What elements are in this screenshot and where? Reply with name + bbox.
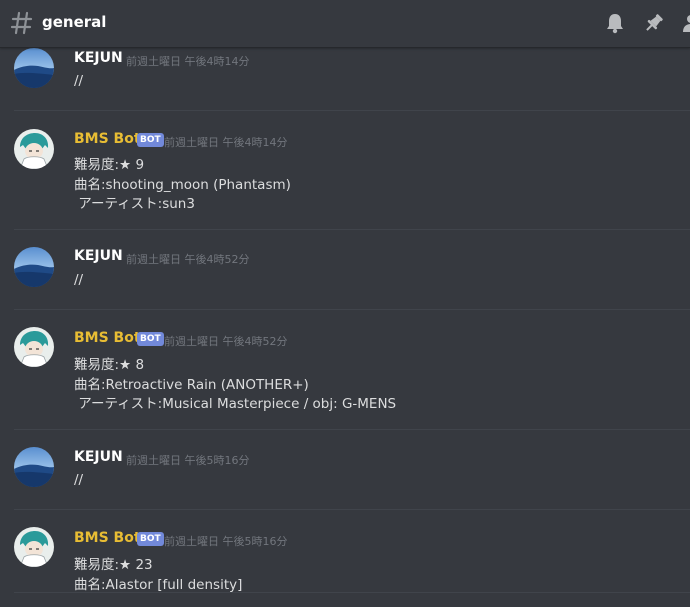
message-list[interactable]: KEJUN 前週土曜日 午後4時14分//BMS Bot BOT 前週土曜日 午後4時…: [0, 48, 690, 607]
user-avatar[interactable]: [14, 447, 54, 487]
message-text-line: 曲名:Retroactive Rain (ANOTHER+): [74, 377, 309, 393]
members-icon[interactable]: [680, 12, 690, 34]
bot-tag: BOT: [137, 532, 164, 546]
user-avatar[interactable]: [14, 247, 54, 287]
channel-name: general: [42, 13, 107, 31]
message-timestamp: 前週土曜日 午後5時16分: [126, 454, 250, 467]
bell-icon[interactable]: [604, 12, 626, 34]
author-name[interactable]: KEJUN: [74, 248, 123, 264]
message-timestamp: 前週土曜日 午後4時14分: [126, 55, 250, 68]
message-text-line: 難易度:★ 9: [74, 157, 145, 173]
bot-tag: BOT: [137, 133, 164, 147]
chat-app: general KEJUN 前週土曜日 午後4時14分 // BMS Bot B…: [0, 0, 690, 607]
message-text-line: 曲名:Alastor [full density]: [74, 577, 243, 593]
message-divider: [14, 429, 690, 430]
message-timestamp: 前週土曜日 午後5時16分: [164, 535, 288, 548]
author-name[interactable]: BMS Bot: [74, 530, 141, 546]
message-text-line: //: [74, 272, 84, 288]
channel-header: general: [0, 0, 690, 48]
message-text-line: //: [74, 472, 84, 488]
message-text-line: //: [74, 73, 84, 89]
message-text-line: 曲名:shooting_moon (Phantasm): [74, 177, 291, 193]
author-name[interactable]: KEJUN: [74, 449, 123, 465]
message-divider: [14, 309, 690, 310]
message-timestamp: 前週土曜日 午後4時52分: [164, 335, 288, 348]
author-name[interactable]: KEJUN: [74, 50, 123, 66]
message-text-line: 難易度:★ 23: [74, 557, 153, 573]
message-text-line: アーティスト:sun3: [74, 196, 195, 212]
pin-icon[interactable]: [643, 12, 665, 34]
user-avatar[interactable]: [14, 48, 54, 88]
bot-avatar[interactable]: [14, 327, 54, 367]
message-divider: [14, 110, 690, 111]
message-timestamp: 前週土曜日 午後4時14分: [164, 136, 288, 149]
message-text-line: 難易度:★ 8: [74, 357, 145, 373]
message-timestamp: 前週土曜日 午後4時52分: [126, 253, 250, 266]
message-text-line: アーティスト:Musical Masterpiece / obj: G-MENS: [74, 396, 397, 412]
author-name[interactable]: BMS Bot: [74, 330, 141, 346]
bot-avatar[interactable]: [14, 129, 54, 169]
hashtag-icon: [10, 10, 33, 36]
bot-avatar[interactable]: [14, 527, 54, 567]
message-divider: [14, 509, 690, 510]
message-divider: [14, 229, 690, 230]
author-name[interactable]: BMS Bot: [74, 131, 141, 147]
message-divider: [14, 592, 690, 593]
bot-tag: BOT: [137, 332, 164, 346]
